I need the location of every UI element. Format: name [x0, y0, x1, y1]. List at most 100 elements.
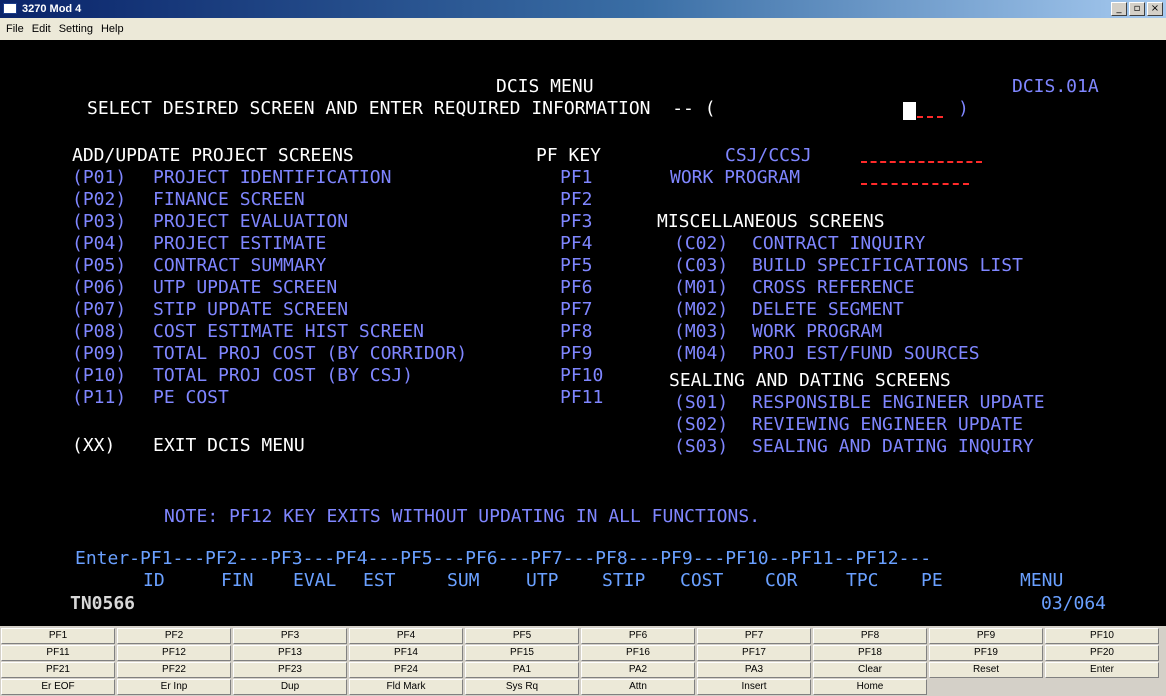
project-screen-name[interactable]: STIP UPDATE SCREEN: [153, 299, 348, 321]
maximize-button[interactable]: ▫: [1129, 2, 1145, 16]
pf-key-label: COST: [680, 570, 724, 591]
menu-help[interactable]: Help: [97, 18, 128, 40]
key-pf14[interactable]: PF14: [349, 645, 463, 661]
project-screen-name[interactable]: FINANCE SCREEN: [153, 189, 305, 211]
sealing-screen-code: (S03): [674, 436, 729, 457]
key-enter[interactable]: Enter: [1045, 662, 1159, 678]
key-pf5[interactable]: PF5: [465, 628, 579, 644]
key-pf23[interactable]: PF23: [233, 662, 347, 678]
key-sys-rq[interactable]: Sys Rq: [465, 679, 579, 695]
menu-setting[interactable]: Setting: [55, 18, 97, 40]
sealing-screen-code: (S01): [674, 392, 729, 413]
key-attn[interactable]: Attn: [581, 679, 695, 695]
menu-file[interactable]: File: [2, 18, 28, 40]
key-fld-mark[interactable]: Fld Mark: [349, 679, 463, 695]
key-pf19[interactable]: PF19: [929, 645, 1043, 661]
sealing-heading: SEALING AND DATING SCREENS: [669, 370, 951, 391]
keypad-row: PF11 PF12 PF13 PF14 PF15 PF16 PF17 PF18 PF19 PF20: [1, 645, 1161, 662]
key-pf3[interactable]: PF3: [233, 628, 347, 644]
note-text: NOTE: PF12 KEY EXITS WITHOUT UPDATING IN…: [164, 506, 761, 527]
key-clear[interactable]: Clear: [813, 662, 927, 678]
key-pf18[interactable]: PF18: [813, 645, 927, 661]
key-pf20[interactable]: PF20: [1045, 645, 1159, 661]
exit-code: (XX): [72, 435, 116, 456]
pf-key-label: STIP: [602, 570, 646, 591]
key-reset[interactable]: Reset: [929, 662, 1043, 678]
key-pf6[interactable]: PF6: [581, 628, 695, 644]
key-pa1[interactable]: PA1: [465, 662, 579, 678]
key-pa3[interactable]: PA3: [697, 662, 811, 678]
screen-id: DCIS.01A: [1012, 76, 1099, 97]
project-screen-pf-key: PF11: [560, 387, 604, 408]
sealing-screen-code: (S02): [674, 414, 729, 435]
close-button[interactable]: ×: [1147, 2, 1163, 16]
project-screen-pf-key: PF1: [560, 167, 593, 188]
misc-screen-name[interactable]: CROSS REFERENCE: [752, 277, 915, 299]
window-title-bar: 3270 Mod 4 _ ▫ ×: [0, 0, 1166, 18]
misc-heading: MISCELLANEOUS SCREENS: [657, 211, 885, 232]
pf-key-label: MENU: [1020, 570, 1064, 591]
key-pf8[interactable]: PF8: [813, 628, 927, 644]
project-screens-heading: ADD/UPDATE PROJECT SCREENS: [72, 145, 354, 166]
project-screen-code: (P08): [72, 321, 127, 342]
pf-key-label: FIN: [221, 570, 254, 591]
project-screen-name[interactable]: PROJECT EVALUATION: [153, 211, 348, 233]
pf-keypad: PF1 PF2 PF3 PF4 PF5 PF6 PF7 PF8 PF9 PF10 PF11 PF12 P…: [0, 628, 1166, 696]
sealing-screen-name[interactable]: SEALING AND DATING INQUIRY: [752, 436, 1034, 458]
key-home[interactable]: Home: [813, 679, 927, 695]
misc-screen-code: (M02): [674, 299, 729, 320]
menu-title: DCIS MENU: [496, 76, 594, 97]
key-pf7[interactable]: PF7: [697, 628, 811, 644]
project-screen-name[interactable]: PE COST: [153, 387, 229, 409]
menu-edit[interactable]: Edit: [28, 18, 55, 40]
project-screen-name[interactable]: PROJECT ESTIMATE: [153, 233, 326, 255]
selection-input-field[interactable]: [917, 116, 943, 118]
pf-key-bar: Enter-PF1---PF2---PF3---PF4---PF5---PF6-…: [75, 548, 932, 569]
key-pf24[interactable]: PF24: [349, 662, 463, 678]
key-pf2[interactable]: PF2: [117, 628, 231, 644]
key-pf21[interactable]: PF21: [1, 662, 115, 678]
project-screen-name[interactable]: TOTAL PROJ COST (BY CORRIDOR): [153, 343, 467, 365]
key-er-eof[interactable]: Er EOF: [1, 679, 115, 695]
key-pf1[interactable]: PF1: [1, 628, 115, 644]
project-screen-name[interactable]: CONTRACT SUMMARY: [153, 255, 326, 277]
csj-input-field[interactable]: [861, 161, 982, 163]
misc-screen-name[interactable]: WORK PROGRAM: [752, 321, 882, 343]
minimize-button[interactable]: _: [1111, 2, 1127, 16]
misc-screen-code: (C02): [674, 233, 729, 254]
project-screen-name[interactable]: PROJECT IDENTIFICATION: [153, 167, 391, 189]
sealing-screen-name[interactable]: RESPONSIBLE ENGINEER UPDATE: [752, 392, 1045, 414]
key-pf16[interactable]: PF16: [581, 645, 695, 661]
key-pf11[interactable]: PF11: [1, 645, 115, 661]
key-pf9[interactable]: PF9: [929, 628, 1043, 644]
key-pa2[interactable]: PA2: [581, 662, 695, 678]
key-pf12[interactable]: PF12: [117, 645, 231, 661]
key-insert[interactable]: Insert: [697, 679, 811, 695]
project-screen-code: (P02): [72, 189, 127, 210]
key-pf22[interactable]: PF22: [117, 662, 231, 678]
sealing-screen-name[interactable]: REVIEWING ENGINEER UPDATE: [752, 414, 1023, 436]
key-dup[interactable]: Dup: [233, 679, 347, 695]
misc-screen-name[interactable]: BUILD SPECIFICATIONS LIST: [752, 255, 1023, 277]
misc-screen-name[interactable]: PROJ EST/FUND SOURCES: [752, 343, 980, 365]
terminal-screen[interactable]: DCIS MENU DCIS.01A SELECT DESIRED SCREEN…: [0, 40, 1166, 626]
keypad-row: PF21 PF22 PF23 PF24 PA1 PA2 PA3 Clear Reset Enter: [1, 662, 1161, 679]
project-screen-pf-key: PF10: [560, 365, 604, 386]
misc-screen-name[interactable]: DELETE SEGMENT: [752, 299, 904, 321]
terminal-id: TN0566: [70, 593, 136, 614]
cursor-position: 03/064: [1041, 593, 1107, 614]
key-pf13[interactable]: PF13: [233, 645, 347, 661]
key-pf4[interactable]: PF4: [349, 628, 463, 644]
key-pf15[interactable]: PF15: [465, 645, 579, 661]
project-screen-name[interactable]: TOTAL PROJ COST (BY CSJ): [153, 365, 413, 387]
project-screen-name[interactable]: UTP UPDATE SCREEN: [153, 277, 337, 299]
pf-key-label: EVAL: [293, 570, 337, 591]
key-er-inp[interactable]: Er Inp: [117, 679, 231, 695]
key-pf17[interactable]: PF17: [697, 645, 811, 661]
project-screen-code: (P04): [72, 233, 127, 254]
keypad-row: PF1 PF2 PF3 PF4 PF5 PF6 PF7 PF8 PF9 PF10: [1, 628, 1161, 645]
work-program-input-field[interactable]: [861, 183, 969, 185]
project-screen-name[interactable]: COST ESTIMATE HIST SCREEN: [153, 321, 424, 343]
misc-screen-name[interactable]: CONTRACT INQUIRY: [752, 233, 925, 255]
key-pf10[interactable]: PF10: [1045, 628, 1159, 644]
